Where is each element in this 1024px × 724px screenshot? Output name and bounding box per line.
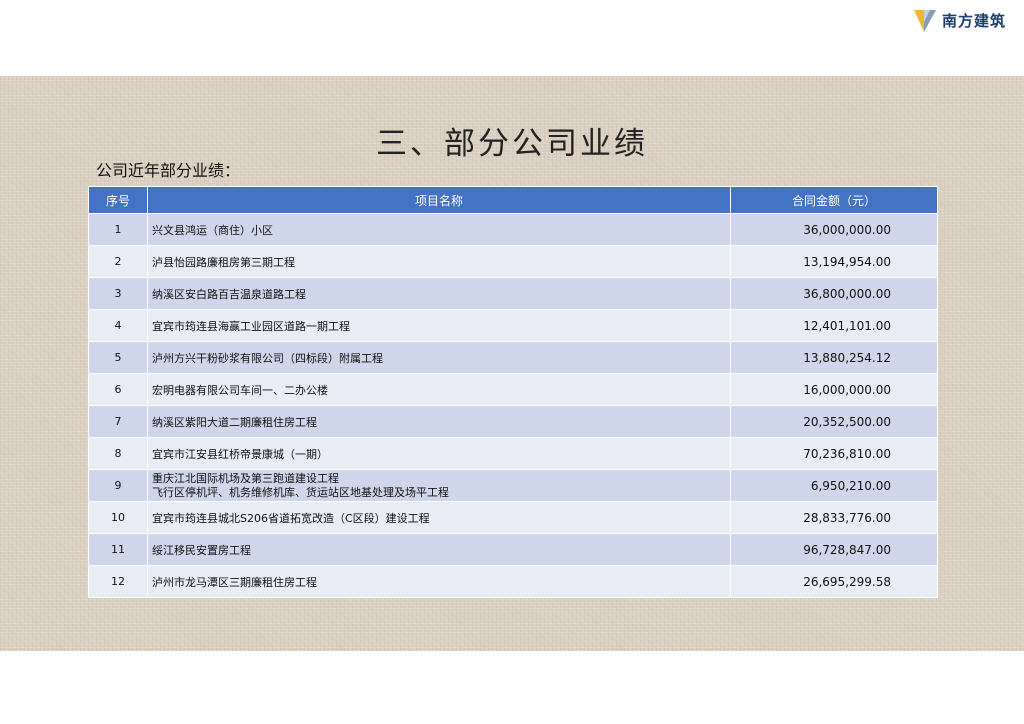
- table-row: 5 泸州方兴干粉砂浆有限公司（四标段）附属工程 13,880,254.12: [88, 341, 938, 374]
- row-number: 10: [88, 501, 148, 534]
- table-row: 12 泸州市龙马潭区三期廉租住房工程 26,695,299.58: [88, 565, 938, 598]
- table-header-row: 序号 项目名称 合同金额（元）: [88, 186, 938, 214]
- project-name: 纳溪区紫阳大道二期廉租住房工程: [147, 405, 731, 438]
- project-name: 宏明电器有限公司车间一、二办公楼: [147, 373, 731, 406]
- table-row: 8 宜宾市江安县红桥帝景康城（一期） 70,236,810.00: [88, 437, 938, 470]
- row-number: 1: [88, 213, 148, 246]
- project-name: 泸州方兴干粉砂浆有限公司（四标段）附属工程: [147, 341, 731, 374]
- table-row: 10 宜宾市筠连县城北S206省道拓宽改造（C区段）建设工程 28,833,77…: [88, 501, 938, 534]
- table-caption: 公司近年部分业绩：: [96, 161, 241, 180]
- project-name: 泸县怡园路廉租房第三期工程: [147, 245, 731, 278]
- contract-amount: 96,728,847.00: [730, 533, 938, 566]
- row-number: 6: [88, 373, 148, 406]
- project-name: 兴文县鸿运（商住）小区: [147, 213, 731, 246]
- brand-logo: 南方建筑: [912, 6, 1006, 34]
- project-name-line: 重庆江北国际机场及第三跑道建设工程: [152, 471, 339, 485]
- project-name: 宜宾市江安县红桥帝景康城（一期）: [147, 437, 731, 470]
- diamond-logo-icon: [913, 10, 936, 32]
- table-row: 11 绥江移民安置房工程 96,728,847.00: [88, 533, 938, 566]
- row-number: 7: [88, 405, 148, 438]
- table-row: 7 纳溪区紫阳大道二期廉租住房工程 20,352,500.00: [88, 405, 938, 438]
- performance-table: 序号 项目名称 合同金额（元） 1 兴文县鸿运（商住）小区 36,000,000…: [88, 186, 938, 598]
- contract-amount: 16,000,000.00: [730, 373, 938, 406]
- row-number: 2: [88, 245, 148, 278]
- table-row: 3 纳溪区安白路百吉温泉道路工程 36,800,000.00: [88, 277, 938, 310]
- contract-amount: 6,950,210.00: [730, 469, 938, 502]
- contract-amount: 36,800,000.00: [730, 277, 938, 310]
- project-name-line: 飞行区停机坪、机务维修机库、货运站区地基处理及场平工程: [152, 485, 449, 499]
- row-number: 5: [88, 341, 148, 374]
- project-name: 重庆江北国际机场及第三跑道建设工程 飞行区停机坪、机务维修机库、货运站区地基处理…: [147, 469, 731, 502]
- contract-amount: 26,695,299.58: [730, 565, 938, 598]
- project-name: 宜宾市筠连县海赢工业园区道路一期工程: [147, 309, 731, 342]
- row-number: 11: [88, 533, 148, 566]
- header-number: 序号: [88, 186, 148, 214]
- contract-amount: 36,000,000.00: [730, 213, 938, 246]
- project-name: 纳溪区安白路百吉温泉道路工程: [147, 277, 731, 310]
- row-number: 8: [88, 437, 148, 470]
- header-amount: 合同金额（元）: [730, 186, 938, 214]
- contract-amount: 70,236,810.00: [730, 437, 938, 470]
- header-project-name: 项目名称: [147, 186, 731, 214]
- contract-amount: 20,352,500.00: [730, 405, 938, 438]
- contract-amount: 12,401,101.00: [730, 309, 938, 342]
- table-row: 9 重庆江北国际机场及第三跑道建设工程 飞行区停机坪、机务维修机库、货运站区地基…: [88, 469, 938, 502]
- project-name: 绥江移民安置房工程: [147, 533, 731, 566]
- table-row: 1 兴文县鸿运（商住）小区 36,000,000.00: [88, 213, 938, 246]
- row-number: 12: [88, 565, 148, 598]
- contract-amount: 28,833,776.00: [730, 501, 938, 534]
- row-number: 4: [88, 309, 148, 342]
- project-name: 泸州市龙马潭区三期廉租住房工程: [147, 565, 731, 598]
- contract-amount: 13,880,254.12: [730, 341, 938, 374]
- brand-name: 南方建筑: [941, 11, 1006, 30]
- contract-amount: 13,194,954.00: [730, 245, 938, 278]
- row-number: 3: [88, 277, 148, 310]
- table-row: 4 宜宾市筠连县海赢工业园区道路一期工程 12,401,101.00: [88, 309, 938, 342]
- project-name: 宜宾市筠连县城北S206省道拓宽改造（C区段）建设工程: [147, 501, 731, 534]
- table-row: 2 泸县怡园路廉租房第三期工程 13,194,954.00: [88, 245, 938, 278]
- row-number: 9: [88, 469, 148, 502]
- table-row: 6 宏明电器有限公司车间一、二办公楼 16,000,000.00: [88, 373, 938, 406]
